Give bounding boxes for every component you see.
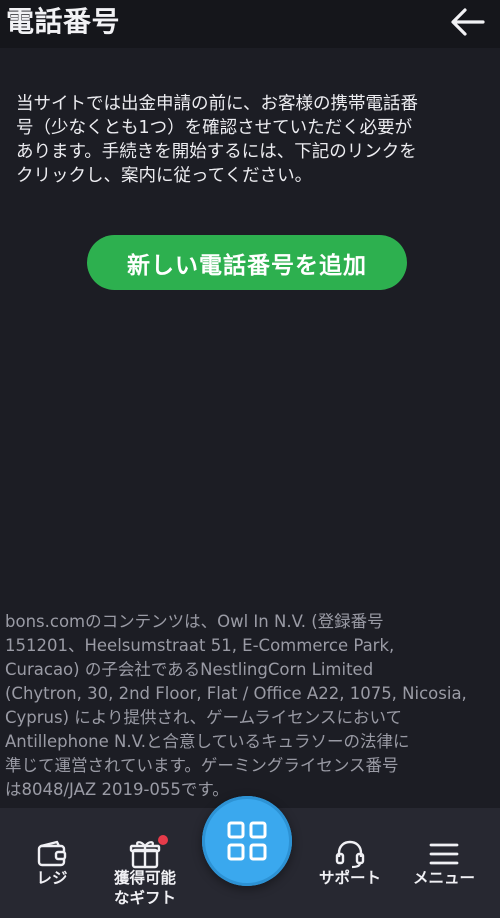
header: 電話番号 bbox=[0, 0, 500, 48]
grid-icon bbox=[227, 821, 267, 861]
back-button[interactable] bbox=[446, 2, 490, 42]
nav-label-gifts: 獲得可能 なギフト bbox=[113, 869, 176, 907]
notification-badge bbox=[158, 835, 168, 845]
wallet-icon bbox=[34, 838, 70, 870]
arrow-left-icon bbox=[451, 8, 485, 36]
nav-item-gifts[interactable]: 獲得可能 なギフト bbox=[90, 808, 200, 918]
hamburger-menu-icon bbox=[426, 838, 462, 870]
headset-icon bbox=[332, 838, 368, 870]
gift-icon bbox=[127, 835, 168, 870]
add-phone-number-button[interactable]: 新しい電話番号を追加 bbox=[87, 235, 407, 290]
page-title: 電話番号 bbox=[6, 5, 121, 38]
intro-text: 当サイトでは出金申請の前に、お客様の携帯電話番 号（少なくとも1つ）を確認させて… bbox=[16, 94, 418, 186]
nav-label-menu: メニュー bbox=[412, 869, 475, 887]
nav-item-cashier[interactable]: レジ bbox=[0, 808, 104, 918]
phone-number-screen: 電話番号 当サイトでは出金申請の前に、お客様の携帯電話番 号（少なくとも1つ）を… bbox=[0, 0, 500, 918]
home-button[interactable] bbox=[202, 796, 292, 886]
nav-item-menu[interactable]: メニュー bbox=[388, 808, 500, 918]
legal-text: bons.comのコンテンツは、Owl In N.V. (登録番号 151201… bbox=[5, 612, 467, 799]
